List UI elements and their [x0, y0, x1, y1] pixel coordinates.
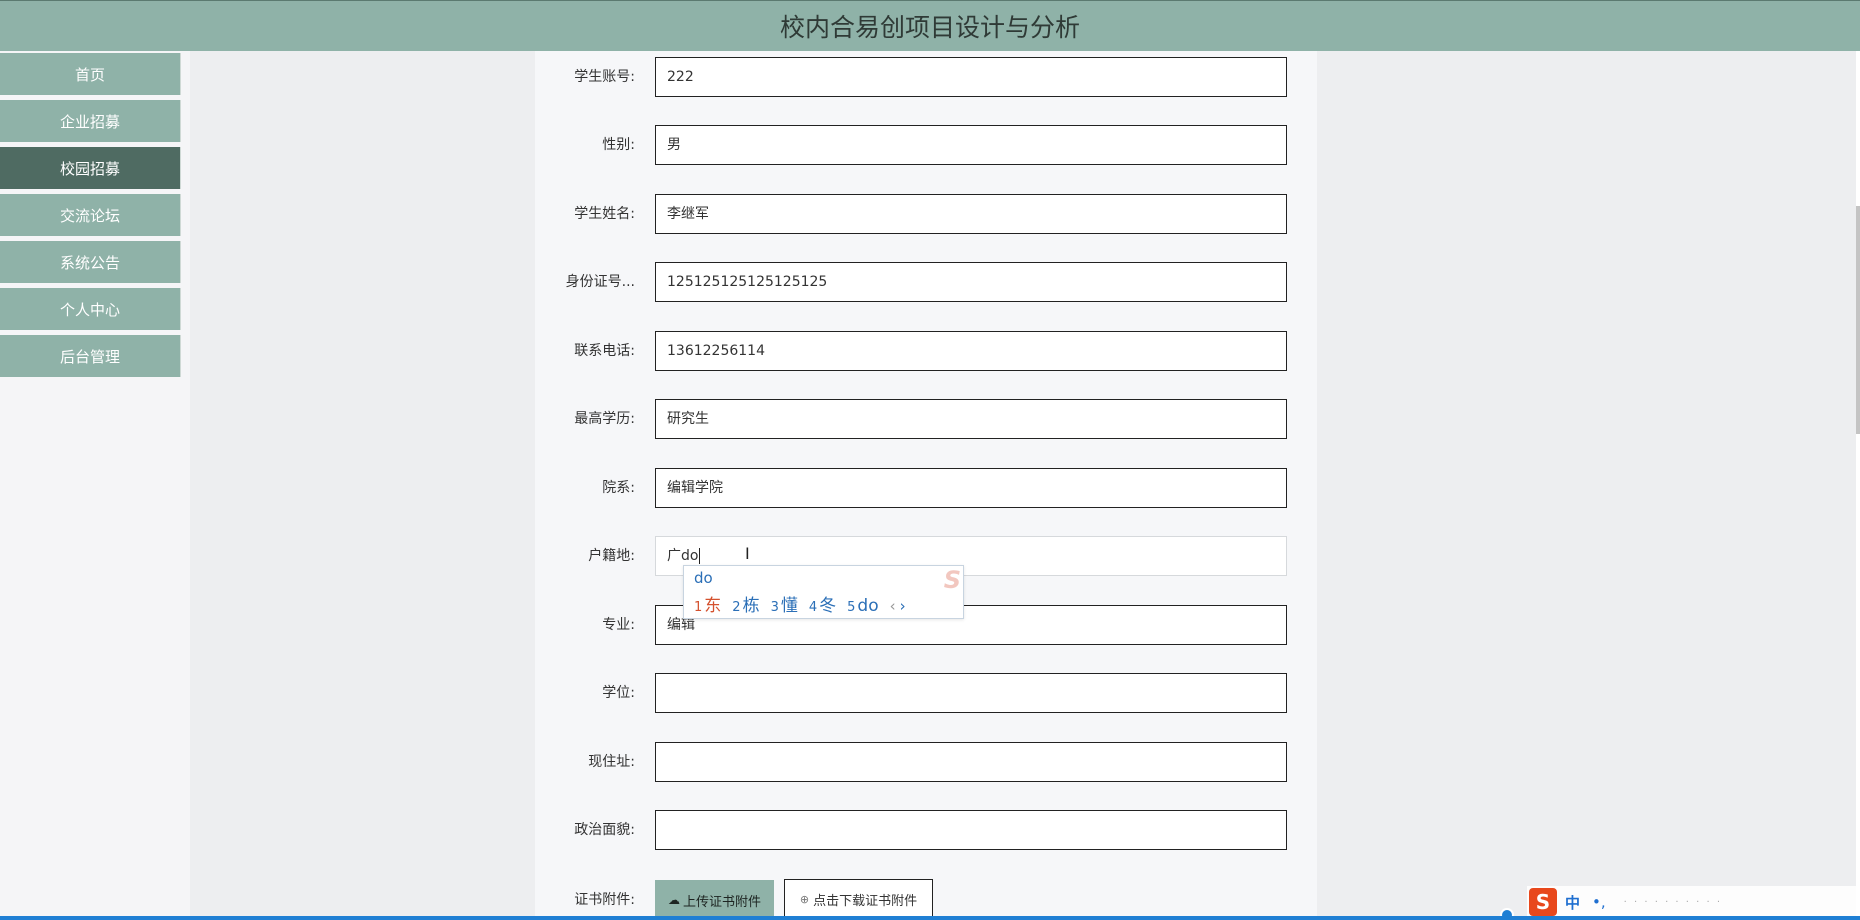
upload-certificate-button[interactable]: ☁ 上传证书附件: [655, 880, 774, 920]
scrollbar-thumb[interactable]: [1856, 206, 1860, 434]
ime-mode-indicator[interactable]: 中: [1565, 892, 1580, 913]
text-caret: [699, 548, 701, 564]
form-row-address: 现住址:: [535, 742, 1317, 782]
gender-label: 性别:: [602, 137, 635, 153]
degree-label: 学位:: [602, 685, 635, 701]
chevron-left-icon[interactable]: ‹: [890, 597, 896, 615]
ime-candidate[interactable]: 2栋: [732, 596, 759, 616]
student-account-label: 学生账号:: [574, 69, 635, 85]
sogou-logo-icon: S: [943, 566, 961, 594]
form-row-phone: 联系电话: 13612256114: [535, 331, 1317, 371]
gender-input[interactable]: 男: [655, 125, 1287, 165]
form-row-political-status: 政治面貌:: [535, 810, 1317, 850]
ime-candidate-popup: do S 1 东 2 栋 3 懂 4 冬 5 do ‹ ›: [683, 565, 964, 619]
ime-candidate[interactable]: 4冬: [809, 596, 836, 616]
id-number-label: 身份证号...: [565, 274, 635, 290]
sogou-ime-icon[interactable]: S: [1529, 888, 1557, 916]
ime-composition: do: [694, 569, 713, 587]
sidebar-item-campus-recruit[interactable]: 校园招募: [0, 147, 181, 189]
sidebar-item-announcements[interactable]: 系统公告: [0, 241, 181, 283]
form-row-gender: 性别: 男: [535, 125, 1317, 165]
form-row-id-number: 身份证号... 125125125125125125: [535, 262, 1317, 302]
department-label: 院系:: [602, 480, 635, 496]
student-name-label: 学生姓名:: [574, 206, 635, 222]
form-row-degree: 学位:: [535, 673, 1317, 713]
text-cursor-icon: I: [745, 544, 750, 563]
sidebar-item-home[interactable]: 首页: [0, 53, 181, 95]
ime-punctuation-indicator[interactable]: •,: [1592, 893, 1606, 911]
household-label: 户籍地:: [588, 548, 635, 564]
student-name-input[interactable]: 李继军: [655, 194, 1287, 234]
sidebar-item-personal-center[interactable]: 个人中心: [0, 288, 181, 330]
download-certificate-label: 点击下载证书附件: [813, 894, 918, 909]
upload-certificate-label: 上传证书附件: [682, 894, 761, 910]
ime-candidate[interactable]: 5 do: [847, 596, 878, 616]
download-circle-icon: ⊕: [799, 893, 810, 906]
ime-candidate-list: 1 东 2 栋 3 懂 4 冬 5 do ‹ ›: [694, 591, 906, 616]
top-header: 校内合易创项目设计与分析: [0, 0, 1860, 51]
student-account-input[interactable]: 222: [655, 57, 1287, 97]
cloud-upload-icon: ☁: [667, 893, 680, 907]
id-number-input[interactable]: 125125125125125125: [655, 262, 1287, 302]
certificate-attachment-label: 证书附件:: [574, 892, 635, 908]
form-row-student-name: 学生姓名: 李继军: [535, 194, 1317, 234]
phone-label: 联系电话:: [574, 343, 635, 359]
download-certificate-button[interactable]: ⊕ 点击下载证书附件: [784, 879, 933, 920]
form-row-education: 最高学历: 研究生: [535, 399, 1317, 439]
ime-candidate[interactable]: 1东: [694, 596, 721, 616]
ime-page-arrows[interactable]: ‹ ›: [890, 597, 906, 615]
sidebar-item-forum[interactable]: 交流论坛: [0, 194, 181, 236]
ime-status-bar: S 中 •, · · · · · · · · · ·: [1527, 886, 1860, 918]
taskbar-edge: [0, 916, 1860, 920]
degree-input[interactable]: [655, 673, 1287, 713]
address-label: 现住址:: [588, 754, 635, 770]
sidebar-item-admin[interactable]: 后台管理: [0, 335, 181, 377]
form-row-department: 院系: 编辑学院: [535, 468, 1317, 508]
address-input[interactable]: [655, 742, 1287, 782]
political-status-label: 政治面貌:: [574, 822, 635, 838]
form-row-student-account: 学生账号: 222: [535, 57, 1317, 97]
phone-input[interactable]: 13612256114: [655, 331, 1287, 371]
page-scrollbar[interactable]: [1856, 51, 1860, 920]
page-title: 校内合易创项目设计与分析: [779, 13, 1080, 42]
sidebar-item-enterprise-recruit[interactable]: 企业招募: [0, 100, 181, 142]
department-input[interactable]: 编辑学院: [655, 468, 1287, 508]
form-panel: 学生账号: 222 性别: 男 学生姓名: 李继军 身份证号... 125125…: [535, 51, 1317, 920]
education-input[interactable]: 研究生: [655, 399, 1287, 439]
major-label: 专业:: [602, 617, 635, 633]
chevron-right-icon[interactable]: ›: [900, 597, 906, 615]
ime-candidate[interactable]: 3懂: [771, 596, 798, 616]
household-input-value: 广do: [667, 548, 699, 564]
ime-toolbar-dots-icon: · · · · · · · · · ·: [1623, 896, 1723, 908]
political-status-input[interactable]: [655, 810, 1287, 850]
sidebar-nav: 首页 企业招募 校园招募 交流论坛 系统公告 个人中心 后台管理: [0, 53, 181, 382]
education-label: 最高学历:: [574, 411, 635, 427]
